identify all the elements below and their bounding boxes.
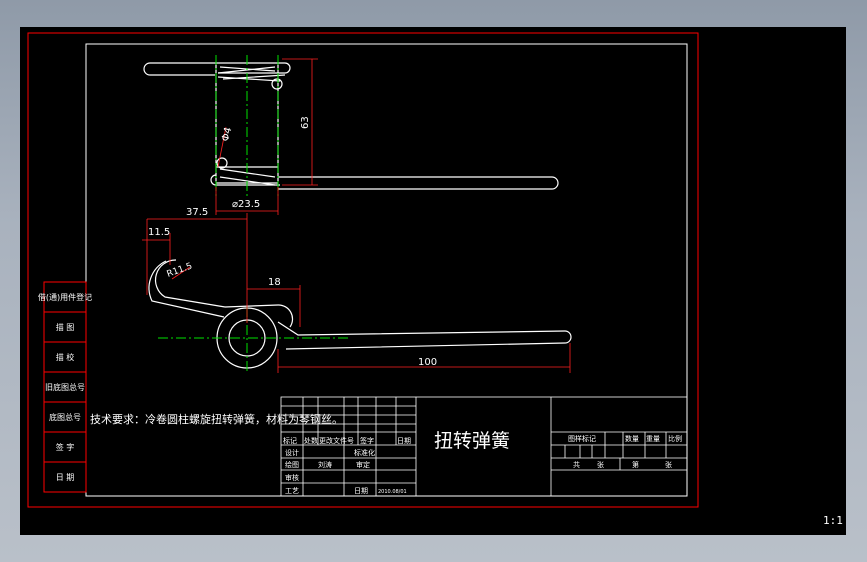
dim-37-5: 37.5	[186, 207, 208, 218]
tb-zhang2: 张	[665, 460, 672, 469]
side-row-3: 旧底图总号	[45, 382, 85, 392]
tb-date-label: 日期	[354, 487, 368, 495]
dim-63: 63	[300, 116, 311, 129]
tb-date-value: 2010.08/01	[378, 489, 407, 495]
spring-front-view	[143, 62, 559, 190]
tb-quantity: 数量	[625, 434, 639, 443]
tb-header-3: 签字	[360, 436, 374, 445]
outer-frame	[27, 32, 699, 508]
side-row-2: 描 校	[56, 352, 75, 362]
tb-zhang1: 张	[597, 460, 604, 469]
tb-header-1: 处数	[304, 436, 318, 445]
dim-11-5: 11.5	[148, 227, 170, 238]
drawing-canvas[interactable]: 借(通)用件登记 描 图 描 校 旧底图总号 底图总号 签 字 日 期 63 ⌀…	[20, 27, 846, 535]
side-row-1: 描 图	[56, 322, 75, 332]
tb-sheet: 第	[632, 460, 639, 469]
viewport-scale-label: 1:1	[823, 514, 843, 527]
tb-weight: 重量	[646, 435, 660, 443]
dim-18: 18	[268, 277, 281, 288]
tb-role-3: 工艺	[285, 487, 299, 495]
dim-phi23-5: ⌀23.5	[232, 199, 260, 210]
tb-scale: 比例	[668, 434, 682, 443]
centerlines-side	[158, 307, 350, 372]
tb-total: 共	[573, 460, 580, 469]
tb-role-1: 绘图	[285, 460, 299, 469]
side-row-6: 日 期	[56, 473, 75, 482]
tb-approve: 审定	[356, 460, 370, 469]
tb-stage-mark: 图样标记	[568, 434, 596, 443]
tb-role-0: 设计	[285, 448, 299, 457]
tb-role-2: 审核	[285, 473, 299, 482]
tb-drawer: 刘涛	[318, 460, 332, 469]
tb-standardize: 标准化	[354, 448, 375, 457]
side-row-5: 签 字	[56, 442, 75, 452]
tb-header-0: 标记	[283, 436, 297, 445]
drawing-title: 扭转弹簧	[434, 430, 510, 452]
dim-phi4: Φ4	[220, 126, 234, 143]
dim-100: 100	[418, 357, 437, 368]
side-row-4: 底图总号	[49, 412, 81, 422]
side-row-0: 借(通)用件登记	[38, 292, 92, 302]
tb-header-4: 日期	[397, 437, 411, 445]
tb-header-2: 更改文件号	[319, 436, 354, 445]
spring-side-view	[148, 259, 572, 369]
cad-viewport[interactable]: 借(通)用件登记 描 图 描 校 旧底图总号 底图总号 签 字 日 期 63 ⌀…	[20, 27, 846, 535]
dimensions-side	[142, 213, 571, 373]
